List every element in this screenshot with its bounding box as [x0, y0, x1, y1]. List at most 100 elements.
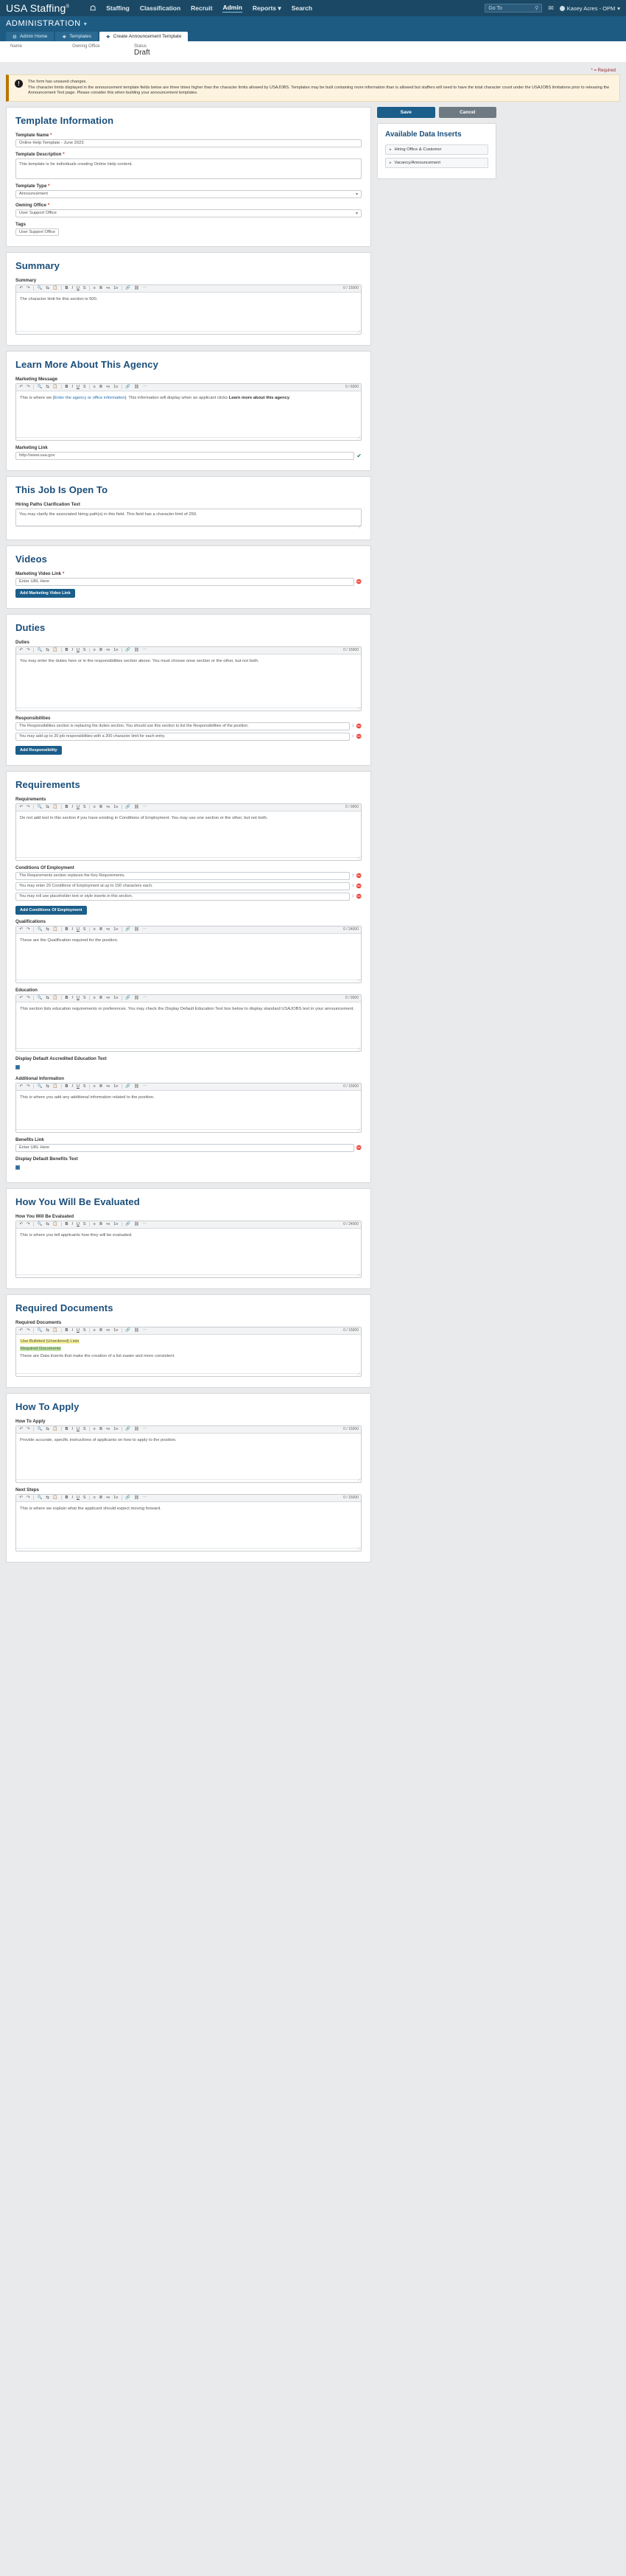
toolbar-undo-icon[interactable]: ↶ — [18, 1083, 25, 1089]
toolbar-align-center-icon[interactable]: ≣ — [97, 804, 105, 810]
resize-handle[interactable] — [16, 436, 361, 441]
toolbar-align-center-icon[interactable]: ≣ — [97, 1495, 105, 1501]
save-button[interactable]: Save — [377, 106, 435, 118]
rte-content-area[interactable]: These are the Qualification required for… — [16, 934, 361, 980]
toolbar-strike-icon[interactable]: S — [81, 1495, 88, 1501]
delete-icon[interactable]: ⛔ — [356, 734, 362, 739]
toolbar-bold-icon[interactable]: B — [63, 1495, 70, 1501]
toolbar-link-icon[interactable]: 🔗 — [124, 1327, 133, 1333]
toolbar-more-icon[interactable]: ⋯ — [141, 1426, 148, 1432]
drag-handle-icon[interactable]: ↕ — [352, 724, 354, 728]
toolbar-underline-icon[interactable]: U — [74, 804, 81, 810]
toolbar-bold-icon[interactable]: B — [63, 285, 70, 291]
toolbar-undo-icon[interactable]: ↶ — [18, 804, 25, 810]
input-template-name[interactable]: Online Help Template - June 2023 — [15, 139, 362, 147]
drag-handle-icon[interactable]: ↕ — [352, 873, 354, 878]
resize-handle[interactable] — [16, 1047, 361, 1052]
toolbar-redo-icon[interactable]: ↷ — [25, 384, 32, 390]
nav-link-staffing[interactable]: Staffing — [106, 4, 130, 12]
toolbar-redo-icon[interactable]: ↷ — [25, 1495, 32, 1501]
nav-link-classification[interactable]: Classification — [140, 4, 180, 12]
rich-text-editor-how-to-apply[interactable]: ↶ ↷ 🔍 ⇆ 📋 B I U S ≡ ≣ •≡ 1≡ 🔗 ⛓ ⋯ 0 / 15000 Provide accur… — [15, 1425, 362, 1483]
toolbar-replace-icon[interactable]: ⇆ — [44, 384, 52, 390]
chevron-down-icon[interactable]: ▾ — [84, 21, 87, 27]
data-insert-vacancy-announcement[interactable]: ▸ Vacancy/Announcement — [385, 157, 488, 168]
toolbar-underline-icon[interactable]: U — [74, 1327, 81, 1333]
toolbar-underline-icon[interactable]: U — [74, 1221, 81, 1227]
toolbar-align-left-icon[interactable]: ≡ — [91, 384, 97, 390]
toolbar-more-icon[interactable]: ⋯ — [141, 995, 148, 1001]
rte-content-area[interactable]: Use Bulleted (Unordered) Lists Required D… — [16, 1335, 361, 1373]
toolbar-search-icon[interactable]: 🔍 — [35, 1495, 44, 1501]
rte-content-area[interactable]: Provide accurate, specific instructions … — [16, 1434, 361, 1479]
drag-handle-icon[interactable]: ↕ — [352, 894, 354, 898]
toolbar-numbers-icon[interactable]: 1≡ — [112, 1221, 120, 1227]
toolbar-replace-icon[interactable]: ⇆ — [44, 1327, 52, 1333]
toolbar-replace-icon[interactable]: ⇆ — [44, 1083, 52, 1089]
toolbar-undo-icon[interactable]: ↶ — [18, 647, 25, 653]
toolbar-unlink-icon[interactable]: ⛓ — [133, 804, 141, 810]
toolbar-link-icon[interactable]: 🔗 — [124, 804, 133, 810]
toolbar-strike-icon[interactable]: S — [81, 926, 88, 932]
toolbar-paste-icon[interactable]: 📋 — [51, 1327, 60, 1333]
toolbar-link-icon[interactable]: 🔗 — [124, 1083, 133, 1089]
drag-handle-icon[interactable]: ↕ — [352, 884, 354, 888]
toolbar-more-icon[interactable]: ⋯ — [141, 1495, 148, 1501]
toolbar-redo-icon[interactable]: ↷ — [25, 1221, 32, 1227]
toolbar-strike-icon[interactable]: S — [81, 285, 88, 291]
rich-text-editor-required-documents[interactable]: ↶ ↷ 🔍 ⇆ 📋 B I U S ≡ ≣ •≡ 1≡ 🔗 ⛓ ⋯ 0 / 15000 Use Bulleted … — [15, 1326, 362, 1377]
toolbar-link-icon[interactable]: 🔗 — [124, 1426, 133, 1432]
toolbar-paste-icon[interactable]: 📋 — [51, 1495, 60, 1501]
delete-icon[interactable]: ⛔ — [356, 894, 362, 899]
toolbar-paste-icon[interactable]: 📋 — [51, 647, 60, 653]
toolbar-numbers-icon[interactable]: 1≡ — [112, 926, 120, 932]
toolbar-align-center-icon[interactable]: ≣ — [97, 1426, 105, 1432]
toolbar-undo-icon[interactable]: ↶ — [18, 384, 25, 390]
toolbar-bold-icon[interactable]: B — [63, 926, 70, 932]
toolbar-search-icon[interactable]: 🔍 — [35, 1083, 44, 1089]
button-add-responsibility[interactable]: Add Responsibility — [15, 745, 62, 755]
toolbar-unlink-icon[interactable]: ⛓ — [133, 1083, 141, 1089]
rte-content-area[interactable]: This is where you tell applicants how th… — [16, 1229, 361, 1274]
toolbar-strike-icon[interactable]: S — [81, 1327, 88, 1333]
toolbar-undo-icon[interactable]: ↶ — [18, 1426, 25, 1432]
rich-text-editor-marketing-message[interactable]: ↶ ↷ 🔍 ⇆ 📋 B I U S ≡ ≣ •≡ 1≡ 🔗 ⛓ ⋯ 0 / 6000 This is where … — [15, 383, 362, 441]
toolbar-strike-icon[interactable]: S — [81, 1221, 88, 1227]
toolbar-search-icon[interactable]: 🔍 — [35, 384, 44, 390]
drag-handle-icon[interactable]: ↕ — [352, 734, 354, 739]
tab-templates[interactable]: ❖ Templates — [55, 32, 98, 41]
toolbar-undo-icon[interactable]: ↶ — [18, 1221, 25, 1227]
toolbar-underline-icon[interactable]: U — [74, 1083, 81, 1089]
app-logo[interactable]: USA Staffing® — [6, 2, 90, 14]
rich-text-editor-how-you-will-be-evaluated[interactable]: ↶ ↷ 🔍 ⇆ 📋 B I U S ≡ ≣ •≡ 1≡ 🔗 ⛓ ⋯ 0 / 24000 This is where… — [15, 1220, 362, 1278]
toolbar-strike-icon[interactable]: S — [81, 384, 88, 390]
toolbar-replace-icon[interactable]: ⇆ — [44, 995, 52, 1001]
toolbar-paste-icon[interactable]: 📋 — [51, 804, 60, 810]
tab-admin-home[interactable]: ⚙ Admin Home — [6, 32, 54, 41]
toolbar-align-center-icon[interactable]: ≣ — [97, 647, 105, 653]
toolbar-link-icon[interactable]: 🔗 — [124, 647, 133, 653]
mail-icon[interactable]: ✉ — [548, 4, 554, 13]
rich-text-editor-next-steps[interactable]: ↶ ↷ 🔍 ⇆ 📋 B I U S ≡ ≣ •≡ 1≡ 🔗 ⛓ ⋯ 0 / 15000 This is where… — [15, 1493, 362, 1551]
toolbar-link-icon[interactable]: 🔗 — [124, 384, 133, 390]
nav-link-recruit[interactable]: Recruit — [191, 4, 212, 12]
toolbar-align-center-icon[interactable]: ≣ — [97, 1083, 105, 1089]
toolbar-align-left-icon[interactable]: ≡ — [91, 1083, 97, 1089]
toolbar-more-icon[interactable]: ⋯ — [141, 1083, 148, 1089]
input-conditions-of-employment-0[interactable]: The Requirements section replaces the Ke… — [15, 871, 350, 880]
cancel-button[interactable]: Cancel — [438, 106, 496, 118]
input-conditions-of-employment-1[interactable]: You may enter 20 Conditions of Employmen… — [15, 882, 350, 890]
toolbar-search-icon[interactable]: 🔍 — [35, 1327, 44, 1333]
toolbar-bullets-icon[interactable]: •≡ — [105, 1327, 112, 1333]
toolbar-align-center-icon[interactable]: ≣ — [97, 995, 105, 1001]
input-conditions-of-employment-2[interactable]: You may roll use placeholder text or sty… — [15, 892, 350, 901]
delete-icon[interactable]: ⛔ — [356, 873, 362, 879]
tab-create-announcement-template[interactable]: ❖ Create Announcement Template — [99, 32, 189, 41]
toolbar-align-center-icon[interactable]: ≣ — [97, 384, 105, 390]
nav-link-admin[interactable]: Admin — [222, 4, 242, 13]
rte-content-area[interactable]: This section lists education requirement… — [16, 1002, 361, 1048]
toolbar-numbers-icon[interactable]: 1≡ — [112, 1083, 120, 1089]
toolbar-more-icon[interactable]: ⋯ — [141, 1221, 148, 1227]
resize-handle[interactable] — [16, 1547, 361, 1551]
nav-link-search[interactable]: Search — [292, 4, 312, 12]
